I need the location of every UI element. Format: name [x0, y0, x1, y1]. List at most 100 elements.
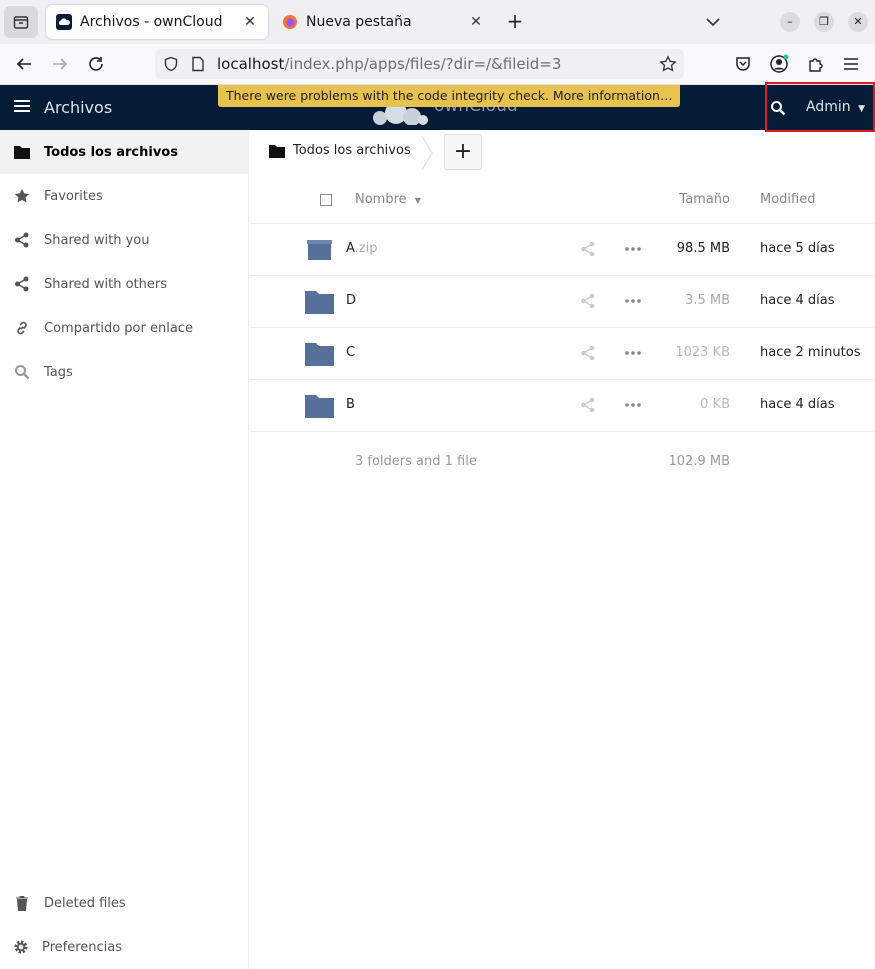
browser-nav-bar: localhost/index.php/apps/files/?dir=/&fi…: [0, 44, 875, 85]
breadcrumb-separator-icon: [421, 136, 433, 170]
url-path: /index.php/apps/files/?dir=/&fileid=3: [284, 55, 562, 73]
sidebar-item-all-files[interactable]: Todos los archivos: [0, 130, 249, 174]
folder-icon: [305, 395, 334, 418]
column-header-modified[interactable]: Modified: [760, 192, 815, 207]
sidebar-item-label: Tags: [44, 364, 73, 380]
table-row[interactable]: D 3.5 MB hace 4 días: [250, 276, 875, 328]
breadcrumb-label: Todos los archivos: [293, 143, 411, 158]
owncloud-header: Archivos ownCloud There were problems wi…: [0, 85, 875, 130]
account-icon[interactable]: [767, 52, 791, 76]
file-modified: hace 5 días: [760, 241, 835, 256]
gear-icon: [12, 938, 30, 956]
shield-icon[interactable]: [163, 56, 179, 72]
browser-tab-bar: Archivos - ownCloud ✕ Nueva pestaña ✕ + …: [0, 0, 875, 44]
file-size: 3.5 MB: [685, 293, 730, 308]
file-name[interactable]: B: [346, 397, 355, 412]
folder-icon: [305, 343, 334, 366]
tab-overview-button[interactable]: [4, 6, 38, 38]
table-row[interactable]: C 1023 KB hace 2 minutos: [250, 328, 875, 380]
menu-icon[interactable]: [14, 99, 30, 113]
chevron-down-icon[interactable]: [702, 12, 724, 32]
share-icon[interactable]: [580, 293, 596, 309]
summary-total-size: 102.9 MB: [668, 454, 730, 469]
pocket-icon[interactable]: [731, 52, 755, 76]
firefox-icon: [282, 14, 298, 30]
zip-file-icon: [307, 240, 332, 260]
folder-tabs-icon: [13, 16, 29, 29]
integrity-warning-banner[interactable]: There were problems with the code integr…: [218, 85, 681, 107]
close-window-button[interactable]: ✕: [848, 12, 868, 32]
more-actions-icon[interactable]: [624, 344, 642, 362]
trash-icon: [13, 894, 31, 912]
minimize-button[interactable]: –: [780, 12, 800, 32]
highlight-box: [765, 82, 875, 132]
file-name-ext: .zip: [354, 241, 378, 256]
sidebar-item-label: Preferencias: [42, 939, 123, 955]
sidebar-item-deleted-files[interactable]: Deleted files: [0, 881, 249, 925]
sidebar-item-tags[interactable]: Tags: [0, 350, 249, 394]
restore-button[interactable]: ❐: [814, 12, 834, 32]
share-icon[interactable]: [580, 397, 596, 413]
file-modified: hace 4 días: [760, 397, 835, 412]
more-actions-icon[interactable]: [624, 396, 642, 414]
folder-icon: [13, 143, 31, 161]
sidebar-item-shared-with-you[interactable]: Shared with you: [0, 218, 249, 262]
breadcrumb[interactable]: Todos los archivos: [269, 143, 411, 158]
more-actions-icon[interactable]: [624, 240, 642, 258]
share-icon[interactable]: [580, 345, 596, 361]
file-size: 98.5 MB: [676, 241, 730, 256]
owncloud-favicon-icon: [56, 14, 72, 30]
tab-archivos[interactable]: Archivos - ownCloud ✕: [46, 5, 268, 39]
file-modified: hace 2 minutos: [760, 345, 861, 360]
file-size: 0 KB: [700, 397, 730, 412]
file-size: 1023 KB: [675, 345, 730, 360]
close-tab-icon[interactable]: ✕: [238, 14, 262, 30]
bookmark-star-icon[interactable]: [659, 55, 677, 73]
file-modified: hace 4 días: [760, 293, 835, 308]
select-all-checkbox[interactable]: [320, 194, 332, 206]
sidebar-item-label: Shared with you: [44, 232, 150, 248]
sidebar-item-shared-with-others[interactable]: Shared with others: [0, 262, 249, 306]
tab-nueva-pestana[interactable]: Nueva pestaña ✕: [272, 5, 494, 39]
sidebar-item-favorites[interactable]: Favorites: [0, 174, 249, 218]
sidebar-item-label: Favorites: [44, 188, 103, 204]
star-icon: [13, 187, 31, 205]
url-host: localhost: [217, 55, 285, 73]
reload-icon[interactable]: [84, 52, 108, 76]
url-bar[interactable]: localhost/index.php/apps/files/?dir=/&fi…: [155, 49, 684, 79]
sidebar-item-preferences[interactable]: Preferencias: [0, 925, 249, 969]
folder-icon: [305, 291, 334, 314]
file-name[interactable]: A.zip: [346, 241, 378, 256]
close-tab-icon[interactable]: ✕: [464, 14, 488, 30]
sort-caret-icon: ▼: [414, 196, 421, 205]
tab-title: Nueva pestaña: [306, 14, 412, 30]
table-row[interactable]: A.zip 98.5 MB hace 5 días: [250, 224, 875, 276]
file-table-header: Nombre ▼ Tamaño Modified: [250, 177, 875, 224]
tab-title: Archivos - ownCloud: [80, 14, 223, 30]
sidebar-item-label: Todos los archivos: [44, 144, 178, 160]
sidebar: Todos los archivos Favorites Shared with…: [0, 130, 249, 969]
share-icon: [13, 231, 31, 249]
more-actions-icon[interactable]: [624, 292, 642, 310]
file-name[interactable]: D: [346, 293, 356, 308]
column-header-name[interactable]: Nombre ▼: [355, 192, 421, 207]
file-name-base: A: [346, 241, 355, 256]
column-header-size[interactable]: Tamaño: [679, 192, 730, 207]
new-tab-button[interactable]: +: [503, 10, 527, 34]
hamburger-menu-icon[interactable]: [839, 52, 863, 76]
add-new-button[interactable]: +: [444, 134, 482, 170]
share-icon[interactable]: [580, 241, 596, 257]
sidebar-item-label: Deleted files: [44, 895, 126, 911]
summary-count: 3 folders and 1 file: [355, 454, 477, 469]
sidebar-item-shared-by-link[interactable]: Compartido por enlace: [0, 306, 249, 350]
forward-icon[interactable]: [48, 52, 72, 76]
column-header-name-label: Nombre: [355, 192, 407, 207]
back-icon[interactable]: [12, 52, 36, 76]
extensions-icon[interactable]: [803, 52, 827, 76]
page-icon: [192, 56, 204, 72]
app-title[interactable]: Archivos: [44, 98, 112, 117]
table-row[interactable]: B 0 KB hace 4 días: [250, 380, 875, 432]
file-name[interactable]: C: [346, 345, 355, 360]
file-summary: 3 folders and 1 file 102.9 MB: [250, 431, 875, 491]
folder-icon: [269, 144, 285, 158]
